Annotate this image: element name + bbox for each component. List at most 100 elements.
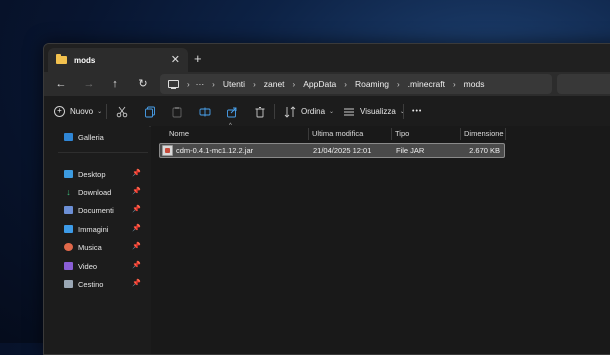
file-name: cdm-0.4.1-mc1.12.2.jar: [176, 146, 254, 155]
breadcrumb-separator: ›: [253, 79, 256, 89]
rename-button[interactable]: [199, 105, 211, 118]
breadcrumb-separator: ›: [453, 79, 456, 89]
refresh-button[interactable]: ↻: [136, 77, 150, 91]
documents-icon: [64, 206, 73, 214]
cut-button[interactable]: [116, 105, 128, 118]
more-options-button[interactable]: •••: [412, 105, 422, 118]
column-divider[interactable]: [505, 128, 506, 140]
sidebar-item-label: Desktop: [78, 169, 106, 179]
view-button-label: Visualizza: [360, 107, 396, 116]
plus-icon: +: [54, 106, 65, 117]
view-button[interactable]: Visualizza ⌄: [343, 105, 405, 118]
breadcrumb-separator: ›: [397, 79, 400, 89]
column-header-modified[interactable]: Ultima modifica: [312, 126, 363, 141]
jar-file-icon: [162, 145, 173, 156]
sidebar-item-label: Documenti: [78, 205, 114, 215]
delete-button[interactable]: [254, 105, 266, 118]
breadcrumb-appdata[interactable]: AppData: [303, 79, 336, 89]
view-icon: [344, 108, 354, 115]
music-icon: [64, 243, 73, 251]
toolbar-divider: [403, 104, 404, 119]
sidebar-item-download[interactable]: ↓ Download 📌: [64, 185, 144, 199]
this-pc-icon[interactable]: [168, 80, 179, 89]
toolbar-divider: [106, 104, 107, 119]
search-input[interactable]: [557, 74, 610, 94]
sort-button[interactable]: Ordina ⌄: [284, 105, 334, 118]
new-button[interactable]: + Nuovo ⌄: [54, 105, 102, 118]
pictures-icon: [64, 225, 73, 233]
rename-icon: [199, 107, 211, 116]
breadcrumb-separator: ›: [212, 79, 215, 89]
tab-mods[interactable]: mods ✕: [48, 48, 188, 72]
sidebar-item-documenti[interactable]: Documenti 📌: [64, 203, 144, 217]
sidebar-item-desktop[interactable]: Desktop 📌: [64, 167, 144, 181]
chevron-down-icon: ⌄: [97, 109, 103, 115]
sort-icon: [284, 105, 296, 118]
pin-icon[interactable]: 📌: [132, 187, 141, 195]
paste-icon: [172, 106, 182, 117]
breadcrumb-separator: ›: [292, 79, 296, 89]
sidebar-item-cestino[interactable]: Cestino 📌: [64, 277, 144, 291]
copy-icon: [145, 106, 155, 117]
column-divider[interactable]: [308, 128, 309, 140]
recycle-bin-icon: [64, 280, 73, 288]
sidebar-item-label: Video: [78, 261, 98, 271]
breadcrumb-minecraft[interactable]: .minecraft: [408, 79, 445, 89]
sidebar-item-label: Cestino: [78, 279, 104, 289]
sidebar-divider: [58, 152, 148, 153]
column-divider[interactable]: [391, 128, 392, 140]
breadcrumb-mods[interactable]: mods: [464, 79, 485, 89]
file-row[interactable]: cdm-0.4.1-mc1.12.2.jar 21/04/2025 12:01 …: [159, 143, 505, 158]
pin-icon[interactable]: 📌: [132, 205, 141, 213]
sidebar-item-galleria[interactable]: Galleria: [64, 130, 144, 144]
trash-icon: [255, 106, 265, 117]
breadcrumb-zanet[interactable]: zanet: [264, 79, 285, 89]
breadcrumb-roaming[interactable]: Roaming: [355, 79, 389, 89]
toolbar-divider: [274, 104, 275, 119]
column-header-name[interactable]: Nome: [169, 126, 189, 141]
column-header-type[interactable]: Tipo: [395, 126, 409, 141]
share-icon: [227, 107, 237, 117]
tab-bar: mods ✕ +: [44, 44, 610, 72]
share-button[interactable]: [226, 105, 238, 118]
column-header-size[interactable]: Dimensione: [464, 126, 504, 141]
sidebar-item-label: Musica: [78, 242, 102, 252]
sidebar-item-immagini[interactable]: Immagini 📌: [64, 222, 144, 236]
navigation-pane: Galleria Desktop 📌 ↓ Download 📌 Document…: [44, 126, 149, 354]
sidebar-item-label: Immagini: [78, 224, 109, 234]
command-bar: + Nuovo ⌄ Ordina ⌄ Visualizza •••: [44, 96, 610, 127]
sidebar-item-video[interactable]: Video 📌: [64, 259, 144, 273]
file-list: ^ Nome Ultima modifica Tipo Dimensione c…: [151, 123, 610, 354]
address-bar[interactable]: › ··· › Utenti › zanet › AppData › Roami…: [160, 74, 552, 94]
paste-button[interactable]: [171, 105, 183, 118]
sort-ascending-icon: ^: [229, 123, 232, 129]
close-tab-icon[interactable]: ✕: [171, 53, 180, 66]
pin-icon[interactable]: 📌: [132, 279, 141, 287]
back-button[interactable]: ←: [54, 77, 68, 91]
pin-icon[interactable]: 📌: [132, 242, 141, 250]
sidebar-item-label: Download: [78, 187, 112, 197]
gallery-icon: [64, 133, 73, 141]
sidebar-item-label: Galleria: [78, 132, 104, 142]
file-size: 2.670 KB: [469, 146, 500, 155]
copy-button[interactable]: [144, 105, 156, 118]
navigation-bar: ← → ↑ ↻ › ··· › Utenti › zanet › AppData…: [44, 72, 610, 96]
up-button[interactable]: ↑: [108, 77, 122, 91]
pin-icon[interactable]: 📌: [132, 261, 141, 269]
sort-button-label: Ordina: [301, 107, 326, 116]
breadcrumb-utenti[interactable]: Utenti: [223, 79, 245, 89]
sidebar-item-musica[interactable]: Musica 📌: [64, 240, 144, 254]
column-divider[interactable]: [460, 128, 461, 140]
forward-button[interactable]: →: [82, 77, 96, 91]
file-type: File JAR: [396, 146, 425, 155]
desktop-icon: [64, 170, 73, 178]
tab-title: mods: [74, 55, 96, 65]
new-button-label: Nuovo: [70, 107, 94, 116]
chevron-down-icon: ⌄: [329, 109, 335, 115]
breadcrumb-overflow[interactable]: ···: [196, 79, 205, 89]
breadcrumb-separator: ›: [344, 79, 347, 89]
pin-icon[interactable]: 📌: [132, 224, 141, 232]
pin-icon[interactable]: 📌: [132, 169, 141, 177]
file-explorer-window: mods ✕ + ← → ↑ ↻ › ··· › Utenti › zanet …: [43, 43, 610, 355]
new-tab-button[interactable]: +: [194, 51, 202, 66]
